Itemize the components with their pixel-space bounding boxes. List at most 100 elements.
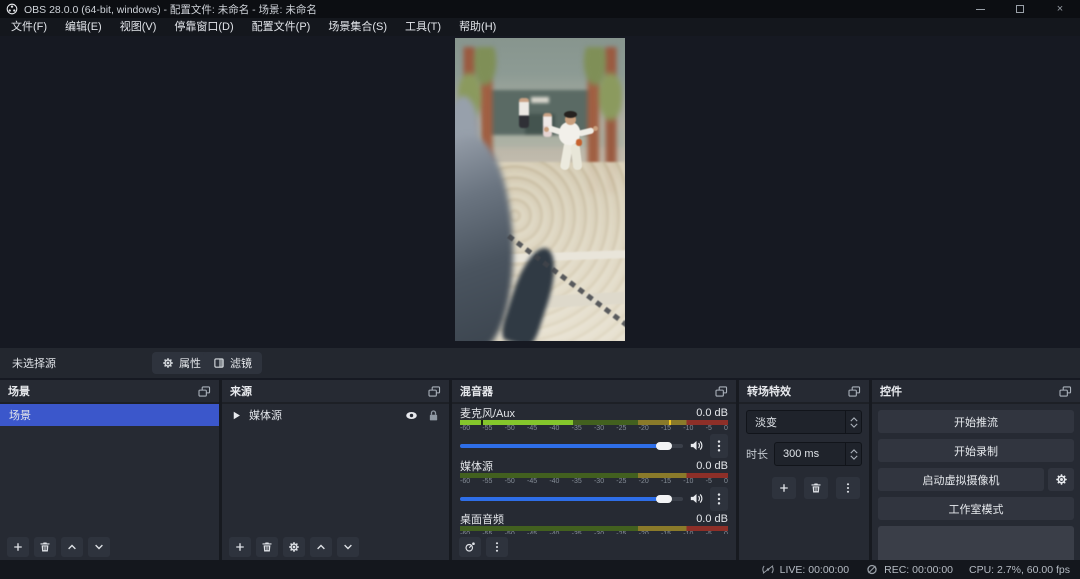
source-down-button[interactable] — [337, 537, 359, 557]
source-list-item[interactable]: 媒体源 — [222, 404, 449, 426]
menu-item-6[interactable]: 工具(T) — [396, 18, 450, 36]
chevron-down-icon — [93, 541, 105, 553]
menu-item-2[interactable]: 视图(V) — [111, 18, 166, 36]
plus-icon — [12, 541, 24, 553]
menu-item-0[interactable]: 文件(F) — [2, 18, 56, 36]
preview-video[interactable] — [455, 38, 625, 341]
start-recording-button[interactable]: 开始录制 — [878, 439, 1074, 462]
menu-item-3[interactable]: 停靠窗口(D) — [165, 18, 242, 36]
select-arrows-icon[interactable] — [845, 411, 861, 433]
advanced-audio-button[interactable] — [459, 537, 481, 557]
lock-icon[interactable] — [427, 409, 440, 422]
popout-icon[interactable] — [428, 386, 441, 397]
trash-icon — [261, 541, 273, 553]
scenes-dock-header[interactable]: 场景 — [0, 380, 219, 404]
virtualcam-settings-button[interactable] — [1048, 468, 1074, 491]
remove-source-button[interactable] — [256, 537, 278, 557]
meter-tick: -40 — [549, 478, 559, 486]
controls-dock-title: 控件 — [880, 383, 902, 399]
menu-item-7[interactable]: 帮助(H) — [450, 18, 505, 36]
menu-item-5[interactable]: 场景集合(S) — [319, 18, 396, 36]
channel-volume-db: 0.0 dB — [696, 407, 728, 419]
transitions-dock-header[interactable]: 转场特效 — [739, 380, 869, 404]
source-up-button[interactable] — [310, 537, 332, 557]
volume-slider-handle[interactable] — [656, 442, 672, 450]
chevron-up-icon — [66, 541, 78, 553]
meter-tick: -5 — [706, 478, 712, 486]
start-virtualcam-button[interactable]: 启动虚拟摄像机 — [878, 468, 1044, 491]
scene-item-label: 场景 — [9, 407, 31, 423]
meter-tick: -45 — [527, 425, 537, 433]
popout-icon[interactable] — [198, 386, 211, 397]
transition-select[interactable]: 淡变 — [746, 410, 862, 434]
knob-icon — [464, 541, 476, 553]
meter-tick: -15 — [661, 425, 671, 433]
transition-menu-button[interactable] — [836, 477, 860, 499]
source-properties-button[interactable] — [283, 537, 305, 557]
sources-dock-header[interactable]: 来源 — [222, 380, 449, 404]
channel-menu-button[interactable] — [710, 487, 728, 511]
rec-time: REC: 00:00:00 — [884, 564, 953, 576]
duration-value: 300 ms — [775, 448, 845, 460]
scene-list-item[interactable]: 场景 — [0, 404, 219, 426]
channel-menu-button[interactable] — [710, 434, 728, 458]
speaker-icon[interactable] — [689, 439, 704, 452]
speaker-icon[interactable] — [689, 492, 704, 505]
start-streaming-button[interactable]: 开始推流 — [878, 410, 1074, 433]
controls-dock-header[interactable]: 控件 — [872, 380, 1080, 404]
dots-icon — [491, 541, 503, 553]
remove-transition-button[interactable] — [804, 477, 828, 499]
popout-icon[interactable] — [1059, 386, 1072, 397]
audio-mixer-dock: 混音器 麦克风/Aux 0.0 dB -60-55-50-45-40-35-30… — [452, 380, 736, 560]
popout-icon[interactable] — [848, 386, 861, 397]
volume-slider-handle[interactable] — [656, 495, 672, 503]
mixer-dock-header[interactable]: 混音器 — [452, 380, 736, 404]
controls-dock: 控件 开始推流 开始录制 启动虚拟摄像机 工作室模式 — [872, 380, 1080, 560]
meter-tick: -60 — [460, 425, 470, 433]
rec-status: REC: 00:00:00 — [865, 564, 953, 576]
meter-tick: -35 — [572, 425, 582, 433]
meter-tick: -20 — [639, 425, 649, 433]
volume-meter — [460, 420, 728, 425]
visibility-eye-icon[interactable] — [405, 409, 418, 422]
close-button[interactable]: × — [1040, 0, 1080, 18]
meter-tick: -10 — [683, 478, 693, 486]
add-scene-button[interactable] — [7, 537, 29, 557]
add-source-button[interactable] — [229, 537, 251, 557]
volume-slider[interactable] — [460, 497, 683, 501]
volume-slider[interactable] — [460, 444, 683, 448]
channel-name: 媒体源 — [460, 458, 493, 474]
preview-canvas[interactable] — [0, 36, 1080, 348]
meter-tick: -45 — [527, 478, 537, 486]
transitions-dock: 转场特效 淡变 时长 300 ms — [739, 380, 869, 560]
meter-tick: -30 — [594, 478, 604, 486]
chevron-up-icon — [315, 541, 327, 553]
remove-scene-button[interactable] — [34, 537, 56, 557]
duration-spinbox[interactable]: 300 ms — [774, 442, 862, 466]
spin-arrows-icon[interactable] — [845, 443, 861, 465]
sources-toolbar — [222, 534, 449, 560]
minimize-button[interactable] — [960, 0, 1000, 18]
properties-button-label: 属性 — [179, 355, 201, 371]
title-bar[interactable]: OBS 28.0.0 (64-bit, windows) - 配置文件: 未命名… — [0, 0, 1080, 18]
video-background-person — [519, 98, 529, 128]
scene-up-button[interactable] — [61, 537, 83, 557]
live-time: LIVE: 00:00:00 — [780, 564, 849, 576]
menu-item-1[interactable]: 编辑(E) — [56, 18, 111, 36]
add-transition-button[interactable] — [772, 477, 796, 499]
obs-main-window: OBS 28.0.0 (64-bit, windows) - 配置文件: 未命名… — [0, 0, 1080, 579]
meter-tick: -50 — [505, 478, 515, 486]
filters-button[interactable]: 滤镜 — [203, 352, 262, 374]
popout-icon[interactable] — [715, 386, 728, 397]
gear-icon — [162, 357, 174, 369]
mixer-menu-button[interactable] — [486, 537, 508, 557]
live-status: LIVE: 00:00:00 — [761, 564, 849, 576]
menu-item-4[interactable]: 配置文件(P) — [243, 18, 320, 36]
channel-name: 桌面音频 — [460, 511, 504, 527]
maximize-button[interactable] — [1000, 0, 1040, 18]
studio-mode-button[interactable]: 工作室模式 — [878, 497, 1074, 520]
mixer-channel: 媒体源 0.0 dB -60-55-50-45-40-35-30-25-20-1… — [452, 457, 736, 510]
no-source-label: 未选择源 — [12, 355, 56, 371]
meter-tick: -50 — [505, 425, 515, 433]
scene-down-button[interactable] — [88, 537, 110, 557]
